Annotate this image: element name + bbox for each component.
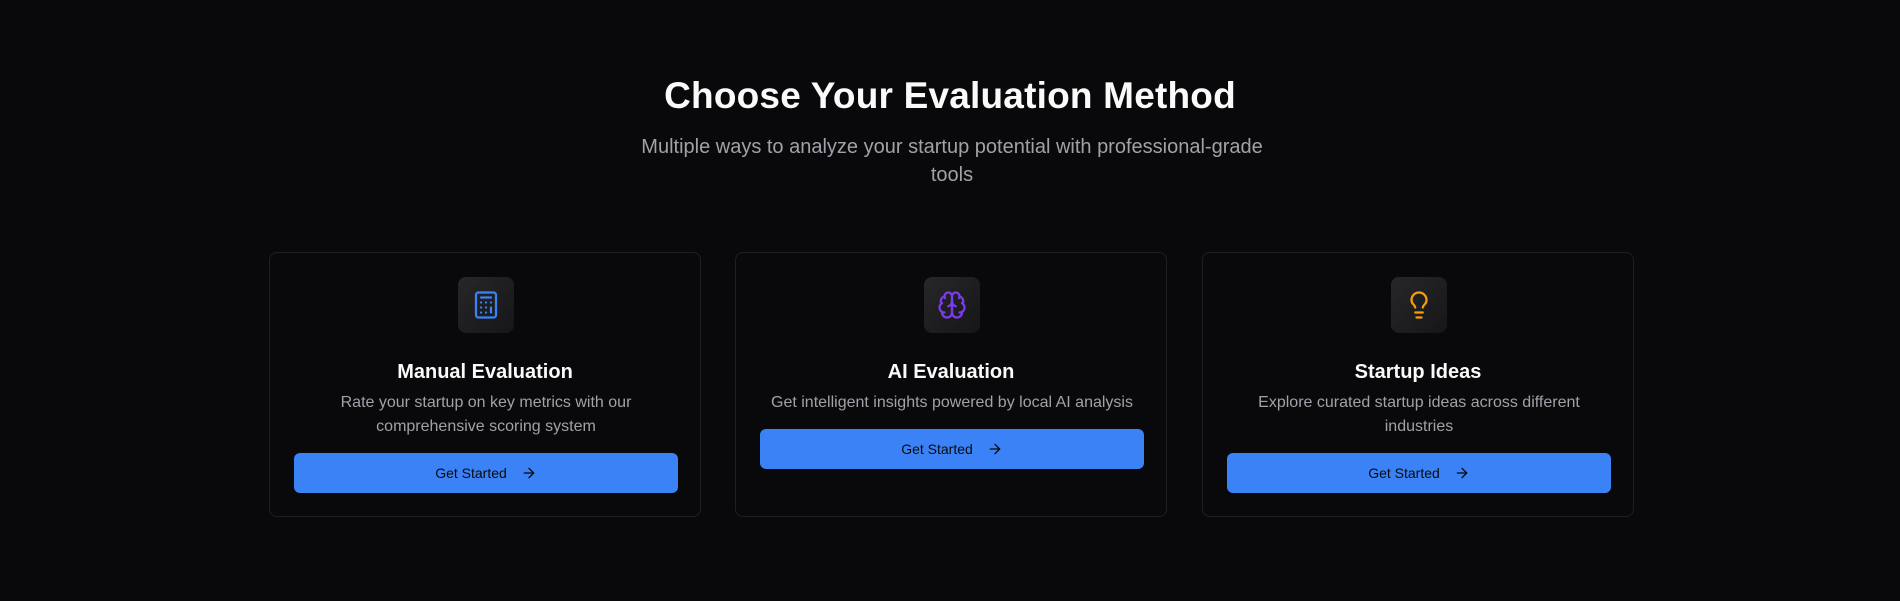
evaluation-methods-section: Choose Your Evaluation Method Multiple w…: [0, 0, 1900, 601]
card-title: Startup Ideas: [1354, 361, 1482, 383]
lightbulb-icon: [1391, 277, 1447, 333]
startup-ideas-card: Startup Ideas Explore curated startup id…: [1202, 252, 1634, 517]
card-description: Get intelligent insights powered by loca…: [771, 394, 1133, 411]
ai-evaluation-card: AI Evaluation Get intelligent insights p…: [735, 252, 1167, 517]
card-title: AI Evaluation: [887, 361, 1015, 383]
arrow-right-icon: [523, 467, 535, 479]
card-description: Explore curated startup ideas across dif…: [1258, 394, 1580, 435]
startup-ideas-get-started-button[interactable]: Get Started: [1227, 453, 1611, 493]
button-label: Get Started: [1368, 465, 1440, 481]
card-title: Manual Evaluation: [397, 361, 573, 383]
arrow-right-icon: [1456, 467, 1468, 479]
card-description: Rate your startup on key metrics with ou…: [340, 394, 632, 435]
ai-evaluation-get-started-button[interactable]: Get Started: [760, 429, 1144, 469]
section-title: Choose Your Evaluation Method: [664, 75, 1236, 116]
manual-evaluation-card: Manual Evaluation Rate your startup on k…: [269, 252, 701, 517]
button-label: Get Started: [435, 465, 507, 481]
section-subtitle: Multiple ways to analyze your startup po…: [641, 136, 1263, 186]
brain-icon: [924, 277, 980, 333]
manual-evaluation-get-started-button[interactable]: Get Started: [294, 453, 678, 493]
calculator-icon: [458, 277, 514, 333]
button-label: Get Started: [901, 441, 973, 457]
arrow-right-icon: [989, 443, 1001, 455]
